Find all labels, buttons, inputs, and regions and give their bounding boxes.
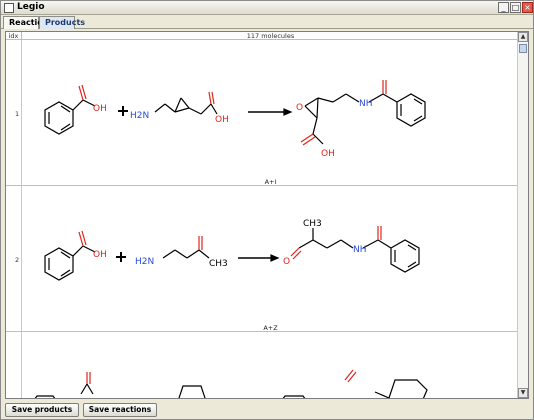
- scroll-down-button[interactable]: ▼: [518, 388, 528, 398]
- reaction-drawing: OH H2N OH O NH OH A+I: [23, 40, 518, 186]
- row-index: 1: [15, 110, 20, 118]
- row-index-cell: 1: [6, 40, 22, 185]
- row-index-cell: [6, 332, 22, 398]
- table-row[interactable]: 1 OH H2N OH O NH OH A+I: [6, 40, 518, 186]
- atom-label-oh: OH: [93, 250, 107, 260]
- row-index-cell: 2: [6, 186, 22, 331]
- atom-label-nh2: H2N: [135, 257, 154, 267]
- table-row[interactable]: [6, 332, 518, 398]
- table-body: 1 OH H2N OH O NH OH A+I 2 OH H2N CH3 O N…: [6, 40, 518, 398]
- maximize-button[interactable]: □: [510, 2, 521, 13]
- row-index: 2: [15, 256, 20, 264]
- close-button[interactable]: ×: [522, 2, 533, 13]
- window-title: Legio: [17, 2, 45, 12]
- tab-reaction[interactable]: Reaction: [3, 16, 48, 29]
- scrollbar-thumb[interactable]: [519, 44, 527, 53]
- atom-label-oh: OH: [93, 104, 107, 114]
- table-header: idx 117 molecules: [6, 32, 518, 40]
- title-bar[interactable]: Legio _ □ ×: [1, 1, 533, 15]
- table-row[interactable]: 2 OH H2N CH3 O NH CH3 A+Z: [6, 186, 518, 332]
- reaction-caption: A+I: [264, 178, 277, 186]
- bottom-toolbar: Save products Save reactions: [1, 401, 533, 419]
- molecules-column-header[interactable]: 117 molecules: [23, 32, 518, 40]
- tab-products[interactable]: Products: [39, 16, 85, 29]
- atom-label-ch3: CH3: [209, 259, 228, 269]
- atom-label-ch3: CH3: [303, 219, 322, 229]
- minimize-button[interactable]: _: [498, 2, 509, 13]
- reaction-scheme-1: OH H2N OH O NH OH: [44, 80, 426, 159]
- reaction-drawing: OH H2N CH3 O NH CH3 A+Z: [23, 186, 518, 332]
- vertical-scrollbar[interactable]: ▲ ▼: [517, 32, 528, 398]
- tab-bar: Reaction Products: [1, 16, 533, 29]
- atom-label-o: O: [296, 103, 303, 113]
- reaction-caption: A+Z: [263, 324, 278, 332]
- atom-label-oh: OH: [321, 149, 335, 159]
- save-reactions-button[interactable]: Save reactions: [83, 403, 157, 417]
- results-table: idx 117 molecules 1 OH H2N OH O NH OH A+…: [5, 31, 529, 399]
- atom-label-oh: OH: [215, 115, 229, 125]
- reaction-scheme-2: OH H2N CH3 O NH CH3: [44, 219, 420, 281]
- reaction-drawing: [23, 332, 518, 398]
- reaction-scheme-3: [34, 369, 428, 398]
- app-icon: [4, 3, 14, 13]
- atom-label-nh2: H2N: [130, 111, 149, 121]
- atom-label-o: O: [283, 257, 290, 267]
- atom-label-nh: NH: [353, 245, 367, 255]
- atom-label-nh: NH: [359, 99, 373, 109]
- idx-column-header[interactable]: idx: [6, 32, 22, 40]
- save-products-button[interactable]: Save products: [5, 403, 79, 417]
- scroll-up-button[interactable]: ▲: [518, 32, 528, 42]
- app-window: Legio _ □ × Reaction Products idx 117 mo…: [0, 0, 534, 420]
